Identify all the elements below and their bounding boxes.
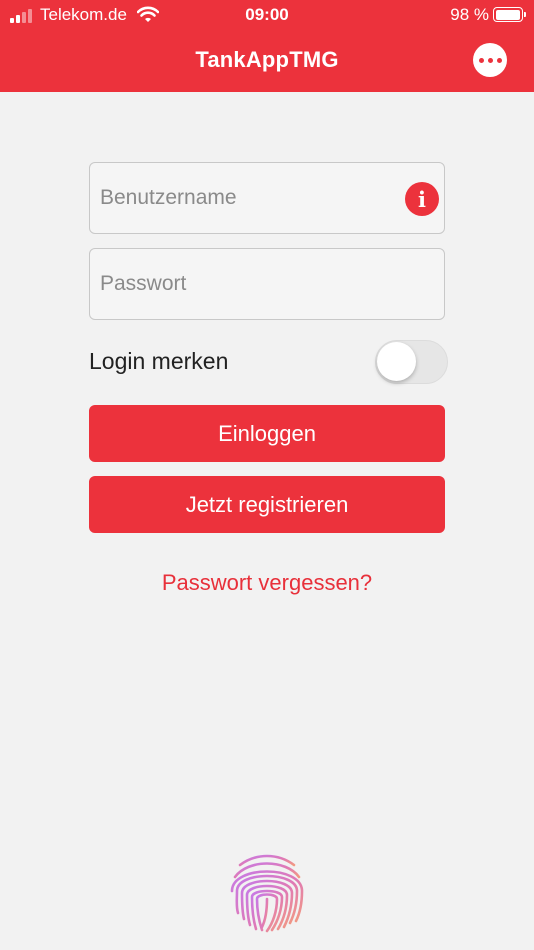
- login-button[interactable]: Einloggen: [89, 405, 445, 462]
- nav-title: TankAppTMG: [195, 47, 339, 72]
- battery-fill: [495, 9, 520, 20]
- remember-login-label: Login merken: [89, 348, 229, 374]
- more-horizontal-icon: [478, 57, 484, 63]
- info-icon[interactable]: i: [405, 182, 439, 216]
- top-bar: Telekom.de 09:00 98 % TankAppTMG: [0, 0, 534, 92]
- register-button[interactable]: Jetzt registrieren: [89, 476, 445, 533]
- password-input[interactable]: [90, 249, 444, 319]
- status-bar: Telekom.de 09:00 98 %: [0, 0, 534, 30]
- remember-login-toggle[interactable]: [375, 340, 448, 384]
- more-options-button[interactable]: [473, 43, 507, 77]
- fingerprint-icon[interactable]: [226, 851, 308, 933]
- username-field[interactable]: i: [89, 162, 445, 234]
- forgot-password-link[interactable]: Passwort vergessen?: [0, 570, 534, 596]
- battery-percent: 98 %: [450, 5, 489, 24]
- battery-icon: [493, 7, 526, 22]
- password-field[interactable]: [89, 248, 445, 320]
- toggle-knob: [377, 342, 416, 381]
- username-input[interactable]: [90, 163, 444, 233]
